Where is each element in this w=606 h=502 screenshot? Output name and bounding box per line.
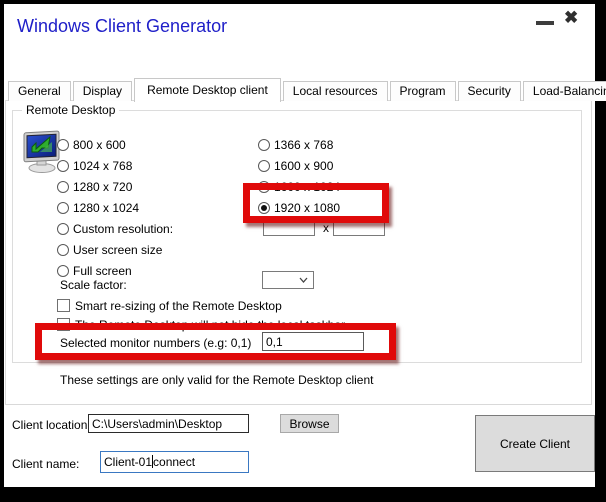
radio-1600x900[interactable] [258, 160, 270, 172]
scale-factor-label: Scale factor: [60, 278, 127, 292]
radio-label: 1024 x 768 [73, 159, 132, 173]
window-title: Windows Client Generator [17, 16, 227, 37]
tab-security[interactable]: Security [458, 81, 521, 101]
client-name-input[interactable]: Client-01connect [100, 451, 249, 473]
radio-custom-resolution[interactable] [57, 223, 69, 235]
radio-row-1024x768: 1024 x 768 [57, 158, 132, 173]
radio-1024x768[interactable] [57, 160, 69, 172]
radio-1280x720[interactable] [57, 181, 69, 193]
radio-label: 1280 x 720 [73, 180, 132, 194]
checkbox-smart-resizing[interactable] [57, 299, 70, 312]
settings-footnote: These settings are only valid for the Re… [60, 373, 374, 387]
radio-full-screen[interactable] [57, 265, 69, 277]
create-client-button[interactable]: Create Client [475, 415, 595, 472]
close-icon[interactable]: ✖ [564, 8, 578, 28]
radio-label: 1366 x 768 [274, 138, 333, 152]
radio-1920x1080[interactable] [258, 202, 270, 214]
radio-row-1600x900: 1600 x 900 [258, 158, 333, 173]
radio-user-screen-size[interactable] [57, 244, 69, 256]
client-location-input[interactable]: C:\Users\admin\Desktop [88, 414, 249, 433]
checkbox-row-taskbar: The Remote Desktop will not hide the loc… [57, 317, 345, 332]
custom-resolution-separator: x [323, 221, 329, 235]
monitor-numbers-input[interactable]: 0,1 [262, 332, 364, 351]
radio-label: Full screen [73, 264, 132, 278]
radio-row-full-screen: Full screen [57, 263, 132, 278]
radio-1600x1024[interactable] [258, 181, 270, 193]
radio-row-1366x768: 1366 x 768 [258, 137, 333, 152]
radio-1280x1024[interactable] [57, 202, 69, 214]
tab-local-resources[interactable]: Local resources [283, 81, 388, 101]
radio-row-800x600: 800 x 600 [57, 137, 126, 152]
client-name-label: Client name: [12, 457, 79, 471]
radio-label: 1280 x 1024 [73, 201, 139, 215]
client-location-label: Client location: [12, 418, 91, 432]
radio-label: 800 x 600 [73, 138, 126, 152]
client-name-text-before-caret: Client-01 [104, 455, 152, 469]
radio-row-custom-resolution: Custom resolution: [57, 221, 173, 236]
checkbox-row-smart-resizing: Smart re-sizing of the Remote Desktop [57, 298, 282, 313]
radio-label: 1600 x 1024 [274, 180, 340, 194]
scale-factor-dropdown[interactable] [262, 271, 314, 289]
tab-program[interactable]: Program [390, 81, 456, 101]
tab-display[interactable]: Display [73, 81, 132, 101]
checkbox-taskbar[interactable] [57, 318, 70, 331]
custom-width-input[interactable] [263, 219, 315, 236]
radio-row-1920x1080: 1920 x 1080 [258, 200, 340, 215]
tab-strip: General Display Remote Desktop client Lo… [8, 77, 606, 101]
minimize-icon[interactable] [536, 21, 554, 25]
checkbox-label: The Remote Desktop will not hide the loc… [75, 318, 345, 332]
monitor-numbers-label: Selected monitor numbers (e.g: 0,1) [60, 336, 251, 350]
radio-row-user-screen-size: User screen size [57, 242, 162, 257]
groupbox-title: Remote Desktop [22, 103, 119, 117]
browse-button[interactable]: Browse [280, 414, 339, 433]
custom-height-input[interactable] [333, 219, 385, 236]
tab-remote-desktop-client[interactable]: Remote Desktop client [134, 78, 281, 102]
radio-row-1280x1024: 1280 x 1024 [57, 200, 139, 215]
radio-label: 1920 x 1080 [274, 201, 340, 215]
dialog-window: Windows Client Generator ✖ General Displ… [4, 4, 595, 487]
radio-1366x768[interactable] [258, 139, 270, 151]
radio-800x600[interactable] [57, 139, 69, 151]
chevron-down-icon [299, 277, 308, 283]
radio-label: Custom resolution: [73, 222, 173, 236]
tab-load-balancing[interactable]: Load-Balancing [523, 81, 606, 101]
tab-general[interactable]: General [8, 81, 71, 101]
radio-label: 1600 x 900 [274, 159, 333, 173]
client-name-text-after-caret: connect [153, 455, 195, 469]
radio-row-1600x1024: 1600 x 1024 [258, 179, 340, 194]
radio-label: User screen size [73, 243, 162, 257]
radio-row-1280x720: 1280 x 720 [57, 179, 132, 194]
checkbox-label: Smart re-sizing of the Remote Desktop [75, 299, 282, 313]
